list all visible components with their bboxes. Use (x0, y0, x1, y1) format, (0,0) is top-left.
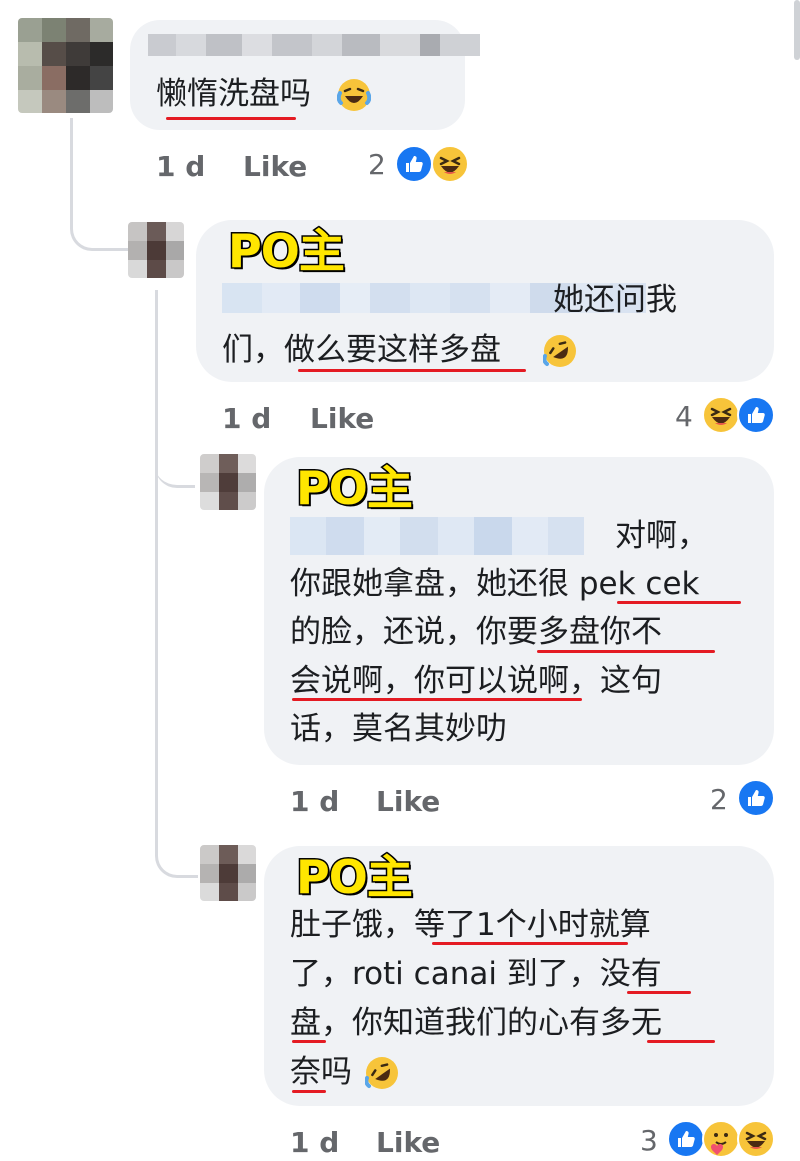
like-icon (667, 1120, 705, 1158)
haha-icon (431, 145, 469, 183)
red-underline (647, 1040, 715, 1043)
comment-timestamp[interactable]: 1 d (222, 402, 271, 435)
like-button[interactable]: Like (376, 1126, 440, 1159)
like-button[interactable]: Like (376, 785, 440, 818)
rofl-emoji-icon (364, 1056, 399, 1090)
avatar[interactable] (18, 18, 113, 113)
thread-connector (155, 820, 198, 878)
comment-timestamp[interactable]: 1 d (290, 785, 339, 818)
red-underline (166, 117, 296, 120)
haha-icon (737, 1120, 775, 1158)
avatar[interactable] (200, 454, 256, 510)
red-underline (292, 698, 582, 701)
haha-icon (702, 396, 740, 434)
thread-connector (155, 290, 158, 845)
red-underline (617, 601, 741, 604)
comment-text: 对啊， (615, 518, 708, 554)
red-underline (298, 369, 526, 372)
comment-timestamp[interactable]: 1 d (290, 1126, 339, 1159)
reaction-count: 4 (675, 400, 693, 433)
like-button[interactable]: Like (243, 150, 307, 183)
reaction-count: 2 (710, 783, 728, 816)
reaction-count: 2 (368, 148, 386, 181)
scrollbar[interactable] (794, 0, 800, 60)
comment-text: 奈吗 (290, 1054, 352, 1090)
red-underline (292, 1090, 326, 1093)
laughing-crying-emoji-icon (336, 78, 372, 112)
blurred-username (148, 34, 480, 56)
red-underline (537, 650, 715, 653)
comment-timestamp[interactable]: 1 d (156, 150, 205, 183)
red-underline (627, 991, 691, 994)
po-author-tag: PO主 (295, 461, 415, 515)
like-icon (737, 396, 775, 434)
reaction-count: 3 (640, 1124, 658, 1157)
like-icon (737, 779, 775, 817)
comment-text: 话，莫名其妙叻 (290, 711, 507, 747)
po-author-tag: PO主 (227, 224, 347, 278)
red-underline (292, 1040, 326, 1043)
thread-connector (155, 440, 195, 488)
blurred-username (290, 517, 584, 555)
rofl-emoji-icon (542, 334, 577, 368)
comment-text: 了，roti canai 到了，没有 (290, 956, 662, 992)
comment-text: 的脸，还说，你要多盘你不 (290, 614, 662, 650)
avatar[interactable] (128, 222, 184, 278)
comment-text: 她还问我 (553, 282, 677, 318)
comment-text: 盘，你知道我们的心有多无 (290, 1005, 662, 1041)
comment-text: 们，做么要这样多盘 (222, 332, 501, 368)
like-button[interactable]: Like (310, 402, 374, 435)
thread-connector (70, 118, 133, 251)
avatar[interactable] (200, 845, 256, 901)
po-author-tag: PO主 (295, 850, 415, 904)
like-icon (395, 145, 433, 183)
comment-text: 懒惰洗盘吗 (156, 76, 311, 112)
care-icon (702, 1120, 740, 1158)
red-underline (432, 942, 628, 945)
